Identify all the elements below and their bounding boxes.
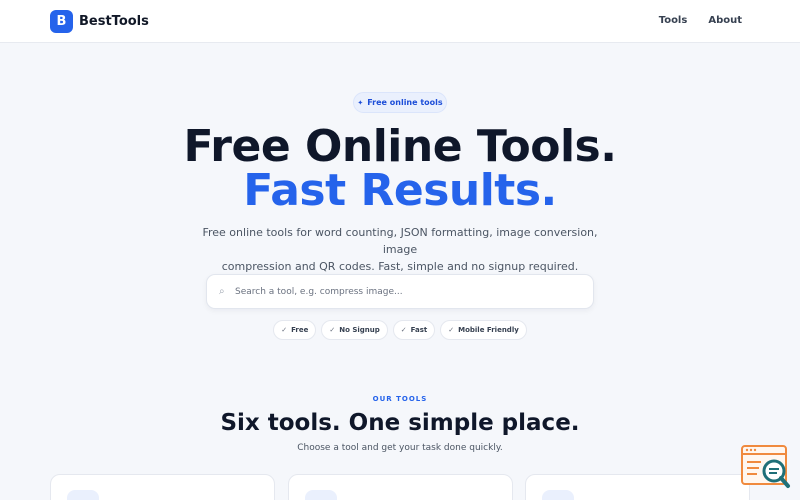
sparkle-icon: ✦ [357,98,364,107]
browser-window-magnifier-icon [741,445,790,488]
tools-section-eyebrow: OUR TOOLS [372,395,428,403]
hero-title-line2: Fast Results. [243,165,557,216]
tools-section-title: Six tools. One simple place. [220,410,580,436]
tool-card-icon [542,490,574,500]
tools-section-subtitle: Choose a tool and get your task done qui… [297,443,503,453]
tool-card[interactable] [525,474,750,500]
hero-subtitle: Free online tools for word counting, JSO… [190,224,610,275]
feature-pill-label: Mobile Friendly [458,326,519,334]
search-input[interactable] [235,283,585,301]
tool-card-icon [67,490,99,500]
brand-logo-icon: B [50,10,73,33]
tool-card-icon [305,490,337,500]
nav-links: Tools About [659,15,742,26]
hero-subtitle-line2: compression and QR codes. Fast, simple a… [221,260,579,273]
feature-pill-no-signup: ✓ No Signup [321,320,388,340]
tool-card[interactable] [288,474,513,500]
hero-subtitle-line1: Free online tools for word counting, JSO… [202,226,598,256]
tool-card[interactable] [50,474,275,500]
hero-badge-label: Free online tools [367,98,443,107]
nav-link-tools[interactable]: Tools [659,15,688,26]
search-icon: ⌕ [219,286,225,297]
brand-name: BestTools [79,14,149,29]
floating-search-widget[interactable] [741,445,791,490]
checkmark-icon: ✓ [448,326,455,334]
feature-pill-label: Fast [410,326,428,334]
hero-badge: ✦ Free online tools [353,92,447,113]
nav-link-about[interactable]: About [708,15,742,26]
hero-title-line1: Free Online Tools. [183,121,617,172]
feature-pill-label: Free [291,326,309,334]
checkmark-icon: ✓ [329,326,336,334]
checkmark-icon: ✓ [400,326,407,334]
search-box[interactable]: ⌕ [206,274,594,309]
feature-pill-mobile-friendly: ✓ Mobile Friendly [440,320,527,340]
feature-pill-label: No Signup [339,326,380,334]
checkmark-icon: ✓ [281,326,288,334]
feature-pill-fast: ✓ Fast [392,320,436,340]
top-navbar: B BestTools Tools About [0,0,800,43]
feature-pills: ✓ Free ✓ No Signup ✓ Fast ✓ Mobile Frien… [0,320,800,340]
feature-pill-free: ✓ Free [273,320,317,340]
brand-logo-link[interactable]: B BestTools [50,10,149,33]
